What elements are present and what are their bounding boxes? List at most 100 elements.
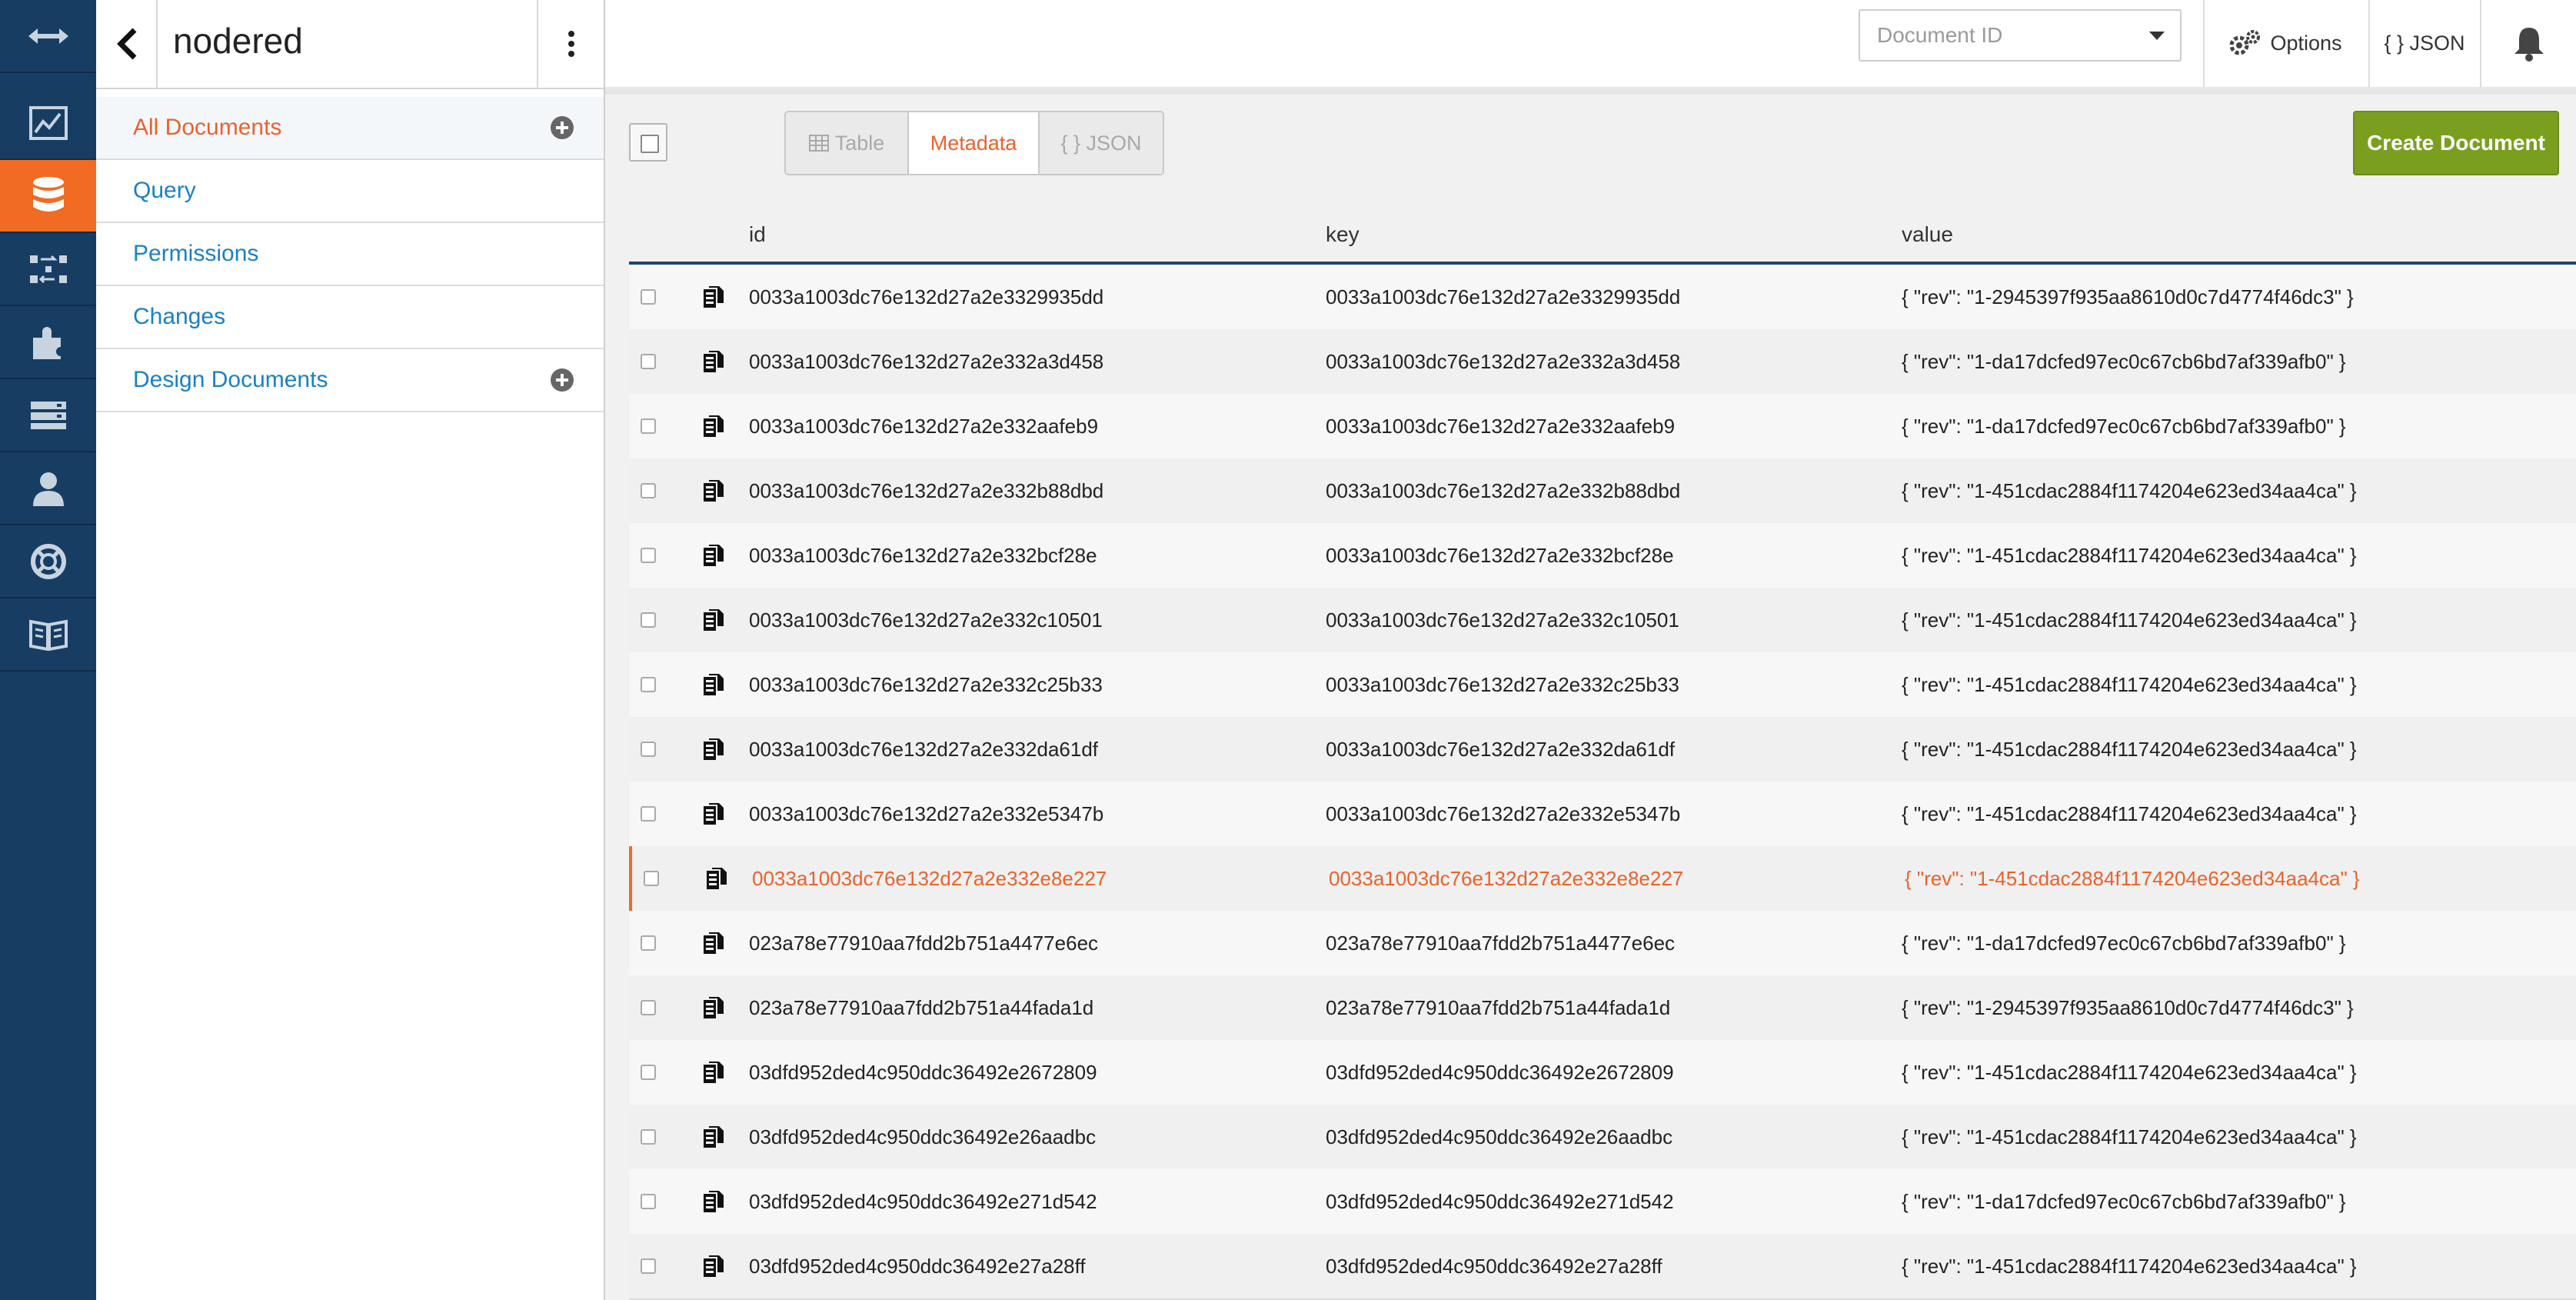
column-header-id[interactable]: id (749, 208, 766, 262)
sidebar-item-changes[interactable]: Changes (96, 286, 604, 349)
add-document-icon[interactable] (550, 115, 574, 140)
cell-id[interactable]: 0033a1003dc76e132d27a2e332c10501 (749, 588, 1103, 652)
row-checkbox[interactable] (641, 806, 656, 822)
cell-id[interactable]: 023a78e77910aa7fdd2b751a4477e6ec (749, 911, 1098, 975)
cell-id[interactable]: 03dfd952ded4c950ddc36492e271d542 (749, 1169, 1097, 1234)
cell-id[interactable]: 0033a1003dc76e132d27a2e332a3d458 (749, 329, 1103, 394)
cell-id[interactable]: 03dfd952ded4c950ddc36492e26aadbc (749, 1105, 1096, 1169)
column-header-key[interactable]: key (1326, 208, 1360, 262)
row-checkbox[interactable] (641, 483, 656, 498)
table-row[interactable]: 0033a1003dc76e132d27a2e332bcf28e 0033a100… (629, 523, 2576, 589)
cell-id[interactable]: 03dfd952ded4c950ddc36492e27a28ff (749, 1234, 1086, 1298)
row-checkbox[interactable] (641, 677, 656, 692)
cell-id[interactable]: 03dfd952ded4c950ddc36492e2672809 (749, 1040, 1097, 1105)
table-view-button[interactable]: Table (786, 112, 909, 174)
cell-key: 0033a1003dc76e132d27a2e332aafeb9 (1326, 415, 1676, 438)
metadata-view-button[interactable]: Metadata (909, 112, 1040, 174)
copy-icon[interactable] (702, 802, 725, 826)
row-checkbox[interactable] (641, 1065, 656, 1080)
copy-icon[interactable] (702, 737, 725, 762)
table-row[interactable]: 023a78e77910aa7fdd2b751a44fada1d 023a78e7… (629, 975, 2576, 1042)
column-header-value[interactable]: value (1902, 208, 1953, 262)
json-view-button[interactable]: { } JSON (1040, 112, 1163, 174)
cell-id[interactable]: 0033a1003dc76e132d27a2e332c25b33 (749, 652, 1103, 717)
nav-docs[interactable] (0, 598, 96, 672)
table-row[interactable]: 0033a1003dc76e132d27a2e332da61df 0033a100… (629, 717, 2576, 783)
cell-id[interactable]: 0033a1003dc76e132d27a2e332e5347b (749, 782, 1103, 846)
cell-id[interactable]: 0033a1003dc76e132d27a2e332e8e227 (752, 846, 1107, 911)
copy-icon[interactable] (702, 478, 725, 503)
nav-users[interactable] (0, 452, 96, 525)
sidebar-item-all-documents[interactable]: All Documents (96, 97, 604, 160)
api-json-button[interactable]: { } JSON (2371, 0, 2478, 87)
cell-value: { "rev": "1-451cdac2884f1174204e623ed34a… (1902, 738, 2357, 761)
row-checkbox[interactable] (641, 1129, 656, 1145)
cell-id[interactable]: 0033a1003dc76e132d27a2e3329935dd (749, 265, 1103, 329)
copy-icon[interactable] (705, 866, 728, 891)
create-document-button[interactable]: Create Document (2353, 111, 2559, 175)
copy-icon[interactable] (702, 672, 725, 697)
select-all-checkbox[interactable] (629, 123, 667, 162)
database-menu-button[interactable] (537, 0, 604, 88)
nav-config[interactable] (0, 379, 96, 452)
nav-replication[interactable] (0, 233, 96, 306)
row-checkbox[interactable] (641, 1258, 656, 1274)
row-checkbox[interactable] (641, 1000, 656, 1015)
row-checkbox[interactable] (641, 418, 656, 434)
database-icon (32, 176, 64, 212)
nav-help[interactable] (0, 525, 96, 598)
row-checkbox[interactable] (641, 354, 656, 369)
table-row[interactable]: 0033a1003dc76e132d27a2e332b88dbd 0033a100… (629, 458, 2576, 525)
cell-key: 0033a1003dc76e132d27a2e332da61df (1326, 738, 1676, 761)
row-checkbox[interactable] (644, 871, 659, 886)
document-id-placeholder: Document ID (1877, 23, 2003, 47)
table-row[interactable]: 0033a1003dc76e132d27a2e332e5347b 0033a100… (629, 782, 2576, 848)
sidebar-item-query[interactable]: Query (96, 160, 604, 223)
row-checkbox[interactable] (641, 742, 656, 757)
copy-icon[interactable] (702, 543, 725, 568)
copy-icon[interactable] (702, 1060, 725, 1085)
copy-icon[interactable] (702, 1254, 725, 1278)
table-row[interactable]: 03dfd952ded4c950ddc36492e2672809 03dfd952… (629, 1040, 2576, 1106)
table-row[interactable]: 03dfd952ded4c950ddc36492e271d542 03dfd952… (629, 1169, 2576, 1235)
row-checkbox[interactable] (641, 612, 656, 628)
table-row[interactable]: 023a78e77910aa7fdd2b751a4477e6ec 023a78e7… (629, 911, 2576, 977)
table-row[interactable]: 03dfd952ded4c950ddc36492e26aadbc 03dfd952… (629, 1105, 2576, 1171)
cell-id[interactable]: 023a78e77910aa7fdd2b751a44fada1d (749, 975, 1093, 1040)
table-row[interactable]: 03dfd952ded4c950ddc36492e27a28ff 03dfd952… (629, 1234, 2576, 1300)
notifications-button[interactable] (2481, 0, 2576, 87)
table-row[interactable]: 0033a1003dc76e132d27a2e332e8e227 0033a100… (629, 846, 2576, 912)
row-checkbox[interactable] (641, 548, 656, 563)
table-row[interactable]: 0033a1003dc76e132d27a2e332c25b33 0033a100… (629, 652, 2576, 718)
table-row[interactable]: 0033a1003dc76e132d27a2e332aafeb9 0033a100… (629, 394, 2576, 460)
nav-collapse[interactable] (0, 0, 96, 73)
copy-icon[interactable] (702, 931, 725, 955)
table-row[interactable]: 0033a1003dc76e132d27a2e332a3d458 0033a100… (629, 329, 2576, 395)
copy-icon[interactable] (702, 285, 725, 309)
back-button[interactable] (96, 0, 158, 88)
cell-id[interactable]: 0033a1003dc76e132d27a2e332bcf28e (749, 523, 1097, 588)
copy-icon[interactable] (702, 414, 725, 438)
row-checkbox[interactable] (641, 1194, 656, 1209)
documentation-book-icon (28, 619, 68, 651)
add-design-document-icon[interactable] (550, 368, 574, 392)
table-row[interactable]: 0033a1003dc76e132d27a2e3329935dd 0033a100… (629, 265, 2576, 331)
cell-id[interactable]: 0033a1003dc76e132d27a2e332b88dbd (749, 458, 1103, 523)
sidebar-item-permissions[interactable]: Permissions (96, 223, 604, 286)
copy-icon[interactable] (702, 1189, 725, 1214)
copy-icon[interactable] (702, 995, 725, 1020)
sidebar-item-design-documents[interactable]: Design Documents (96, 349, 604, 412)
table-row[interactable]: 0033a1003dc76e132d27a2e332c10501 0033a100… (629, 588, 2576, 654)
nav-plugins[interactable] (0, 306, 96, 379)
copy-icon[interactable] (702, 608, 725, 632)
row-checkbox[interactable] (641, 289, 656, 305)
options-button[interactable]: Options (2205, 0, 2366, 87)
row-checkbox[interactable] (641, 935, 656, 951)
nav-databases[interactable] (0, 160, 96, 233)
copy-icon[interactable] (702, 349, 725, 374)
cell-id[interactable]: 0033a1003dc76e132d27a2e332aafeb9 (749, 394, 1098, 458)
copy-icon[interactable] (702, 1125, 725, 1149)
nav-activity[interactable] (0, 87, 96, 160)
cell-id[interactable]: 0033a1003dc76e132d27a2e332da61df (749, 717, 1098, 782)
document-id-select[interactable]: Document ID (1859, 9, 2182, 62)
